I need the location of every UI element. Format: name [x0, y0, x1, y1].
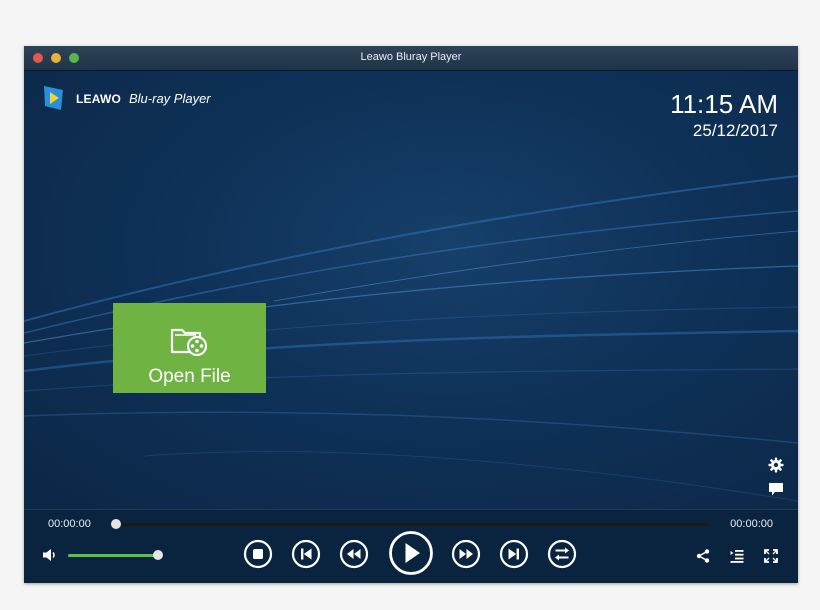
control-bar: 00:00:00 00:00:00 [24, 509, 798, 583]
leawo-logo-mark-icon [44, 86, 63, 110]
open-file-button[interactable]: Open File [113, 303, 266, 393]
stop-icon[interactable] [243, 539, 273, 569]
video-stage[interactable]: LEAWO Blu-ray Player 11:15 AM 25/12/2017… [24, 71, 798, 509]
play-icon[interactable] [388, 530, 434, 576]
window-title: Leawo Bluray Player [360, 51, 462, 63]
clock-time: 11:15 AM [670, 89, 778, 119]
rewind-icon[interactable] [339, 539, 369, 569]
chat-bubble-icon[interactable] [768, 482, 784, 497]
logo-brand-text: LEAWO [76, 92, 121, 106]
gear-icon[interactable] [768, 457, 784, 473]
progress-bar[interactable] [117, 523, 709, 526]
playlist-icon[interactable] [730, 549, 744, 563]
open-file-label: Open File [148, 366, 231, 387]
elapsed-time: 00:00:00 [48, 518, 91, 530]
share-icon[interactable] [696, 549, 710, 563]
folder-film-icon [170, 328, 208, 356]
volume-icon[interactable] [42, 548, 58, 562]
total-duration: 00:00:00 [730, 518, 773, 530]
title-bar: Leawo Bluray Player [24, 46, 798, 71]
volume-level-fill [68, 554, 158, 557]
fullscreen-icon[interactable] [764, 549, 778, 563]
player-window: Leawo Bluray Player LEAWO Blu-ray Player… [24, 46, 798, 583]
fast-forward-icon[interactable] [451, 539, 481, 569]
volume-slider[interactable] [68, 554, 158, 557]
background-light-streaks [24, 175, 798, 502]
logo-product-text: Blu-ray Player [129, 91, 211, 106]
next-icon[interactable] [499, 539, 529, 569]
clock-date: 25/12/2017 [692, 121, 778, 140]
progress-handle[interactable] [111, 519, 121, 529]
volume-handle[interactable] [153, 550, 163, 560]
repeat-icon[interactable] [547, 539, 577, 569]
previous-icon[interactable] [291, 539, 321, 569]
